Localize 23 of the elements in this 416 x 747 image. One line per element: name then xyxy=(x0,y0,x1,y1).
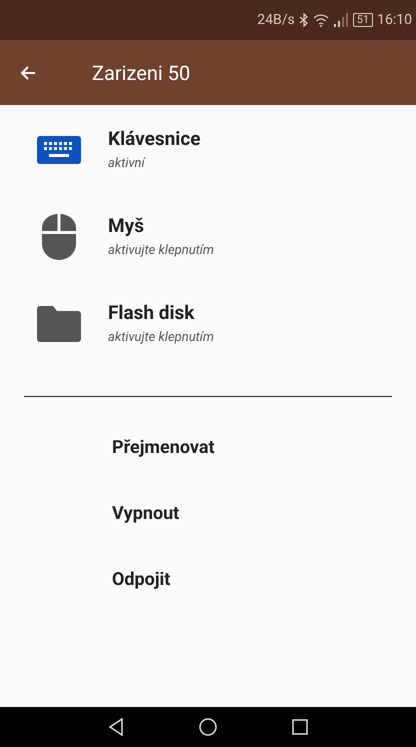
screen-title: Zarizeni 50 xyxy=(92,60,190,86)
device-name: Klávesnice xyxy=(108,126,200,152)
menu-action[interactable]: Odpojit xyxy=(0,546,416,612)
device-status: aktivujte klepnutím xyxy=(108,328,214,346)
device-name: Myš xyxy=(108,213,145,239)
device-item[interactable]: Klávesnice aktivní xyxy=(0,125,416,212)
menu-action[interactable]: Vypnout xyxy=(0,480,416,546)
clock: 16:10 xyxy=(377,10,412,30)
device-status: aktivní xyxy=(108,154,147,172)
device-item[interactable]: Flash disk aktivujte klepnutím xyxy=(0,299,416,386)
bluetooth-icon xyxy=(298,13,309,27)
signal-icon xyxy=(332,13,349,27)
battery-indicator: 51 xyxy=(352,13,374,27)
device-name: Flash disk xyxy=(108,300,196,326)
network-speed: 24B/s xyxy=(257,10,295,30)
wifi-icon xyxy=(312,13,329,27)
device-item[interactable]: Myš aktivujte klepnutím xyxy=(0,212,416,299)
home-circle-icon[interactable] xyxy=(199,718,217,736)
back-triangle-icon[interactable] xyxy=(108,718,124,736)
recents-square-icon[interactable] xyxy=(292,719,308,735)
back-arrow-icon xyxy=(20,64,36,80)
device-status: aktivujte klepnutím xyxy=(108,242,214,260)
menu-action[interactable]: Přejmenovat xyxy=(0,414,416,480)
